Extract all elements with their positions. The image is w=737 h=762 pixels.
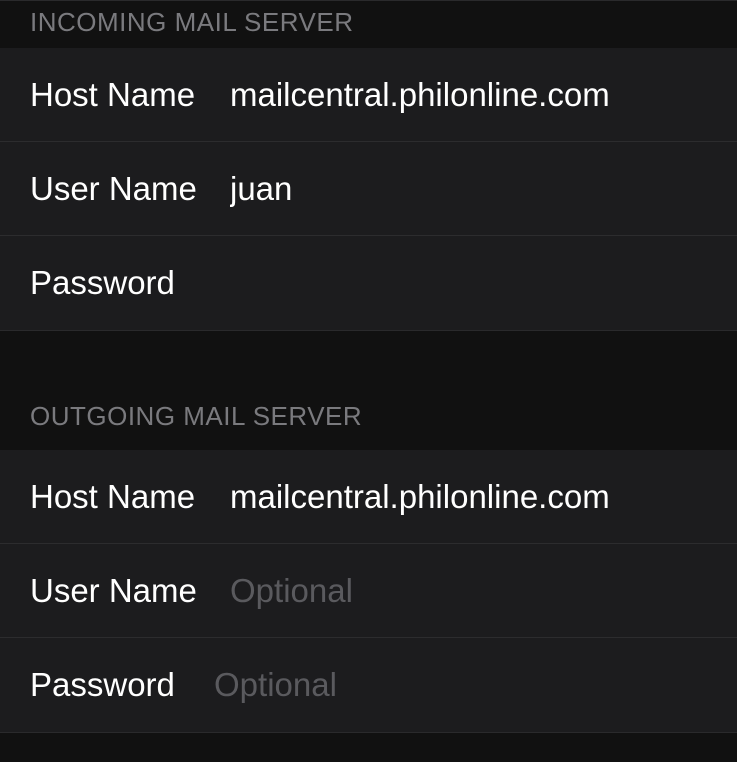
incoming-mail-server-header: INCOMING MAIL SERVER [0, 0, 737, 48]
incoming-hostname-row: Host Name [0, 48, 737, 142]
incoming-password-input[interactable] [214, 264, 737, 302]
incoming-username-row: User Name [0, 142, 737, 236]
incoming-username-label: User Name [30, 170, 230, 208]
incoming-password-label: Password [30, 264, 230, 302]
outgoing-hostname-row: Host Name [0, 450, 737, 544]
bottom-spacer [0, 732, 737, 762]
outgoing-mail-server-group: Host Name User Name Password [0, 450, 737, 732]
incoming-hostname-input[interactable] [230, 76, 737, 114]
incoming-header-label: INCOMING MAIL SERVER [30, 7, 354, 38]
incoming-mail-server-group: Host Name User Name Password [0, 48, 737, 330]
outgoing-hostname-label: Host Name [30, 478, 230, 516]
incoming-username-input[interactable] [230, 170, 737, 208]
outgoing-password-label: Password [30, 666, 230, 704]
incoming-password-row: Password [0, 236, 737, 330]
outgoing-password-input[interactable] [214, 666, 737, 704]
outgoing-password-row: Password [0, 638, 737, 732]
outgoing-hostname-input[interactable] [230, 478, 737, 516]
outgoing-mail-server-header: OUTGOING MAIL SERVER [0, 330, 737, 450]
outgoing-username-label: User Name [30, 572, 230, 610]
outgoing-header-label: OUTGOING MAIL SERVER [30, 401, 362, 432]
outgoing-username-row: User Name [0, 544, 737, 638]
outgoing-username-input[interactable] [230, 572, 737, 610]
incoming-hostname-label: Host Name [30, 76, 230, 114]
